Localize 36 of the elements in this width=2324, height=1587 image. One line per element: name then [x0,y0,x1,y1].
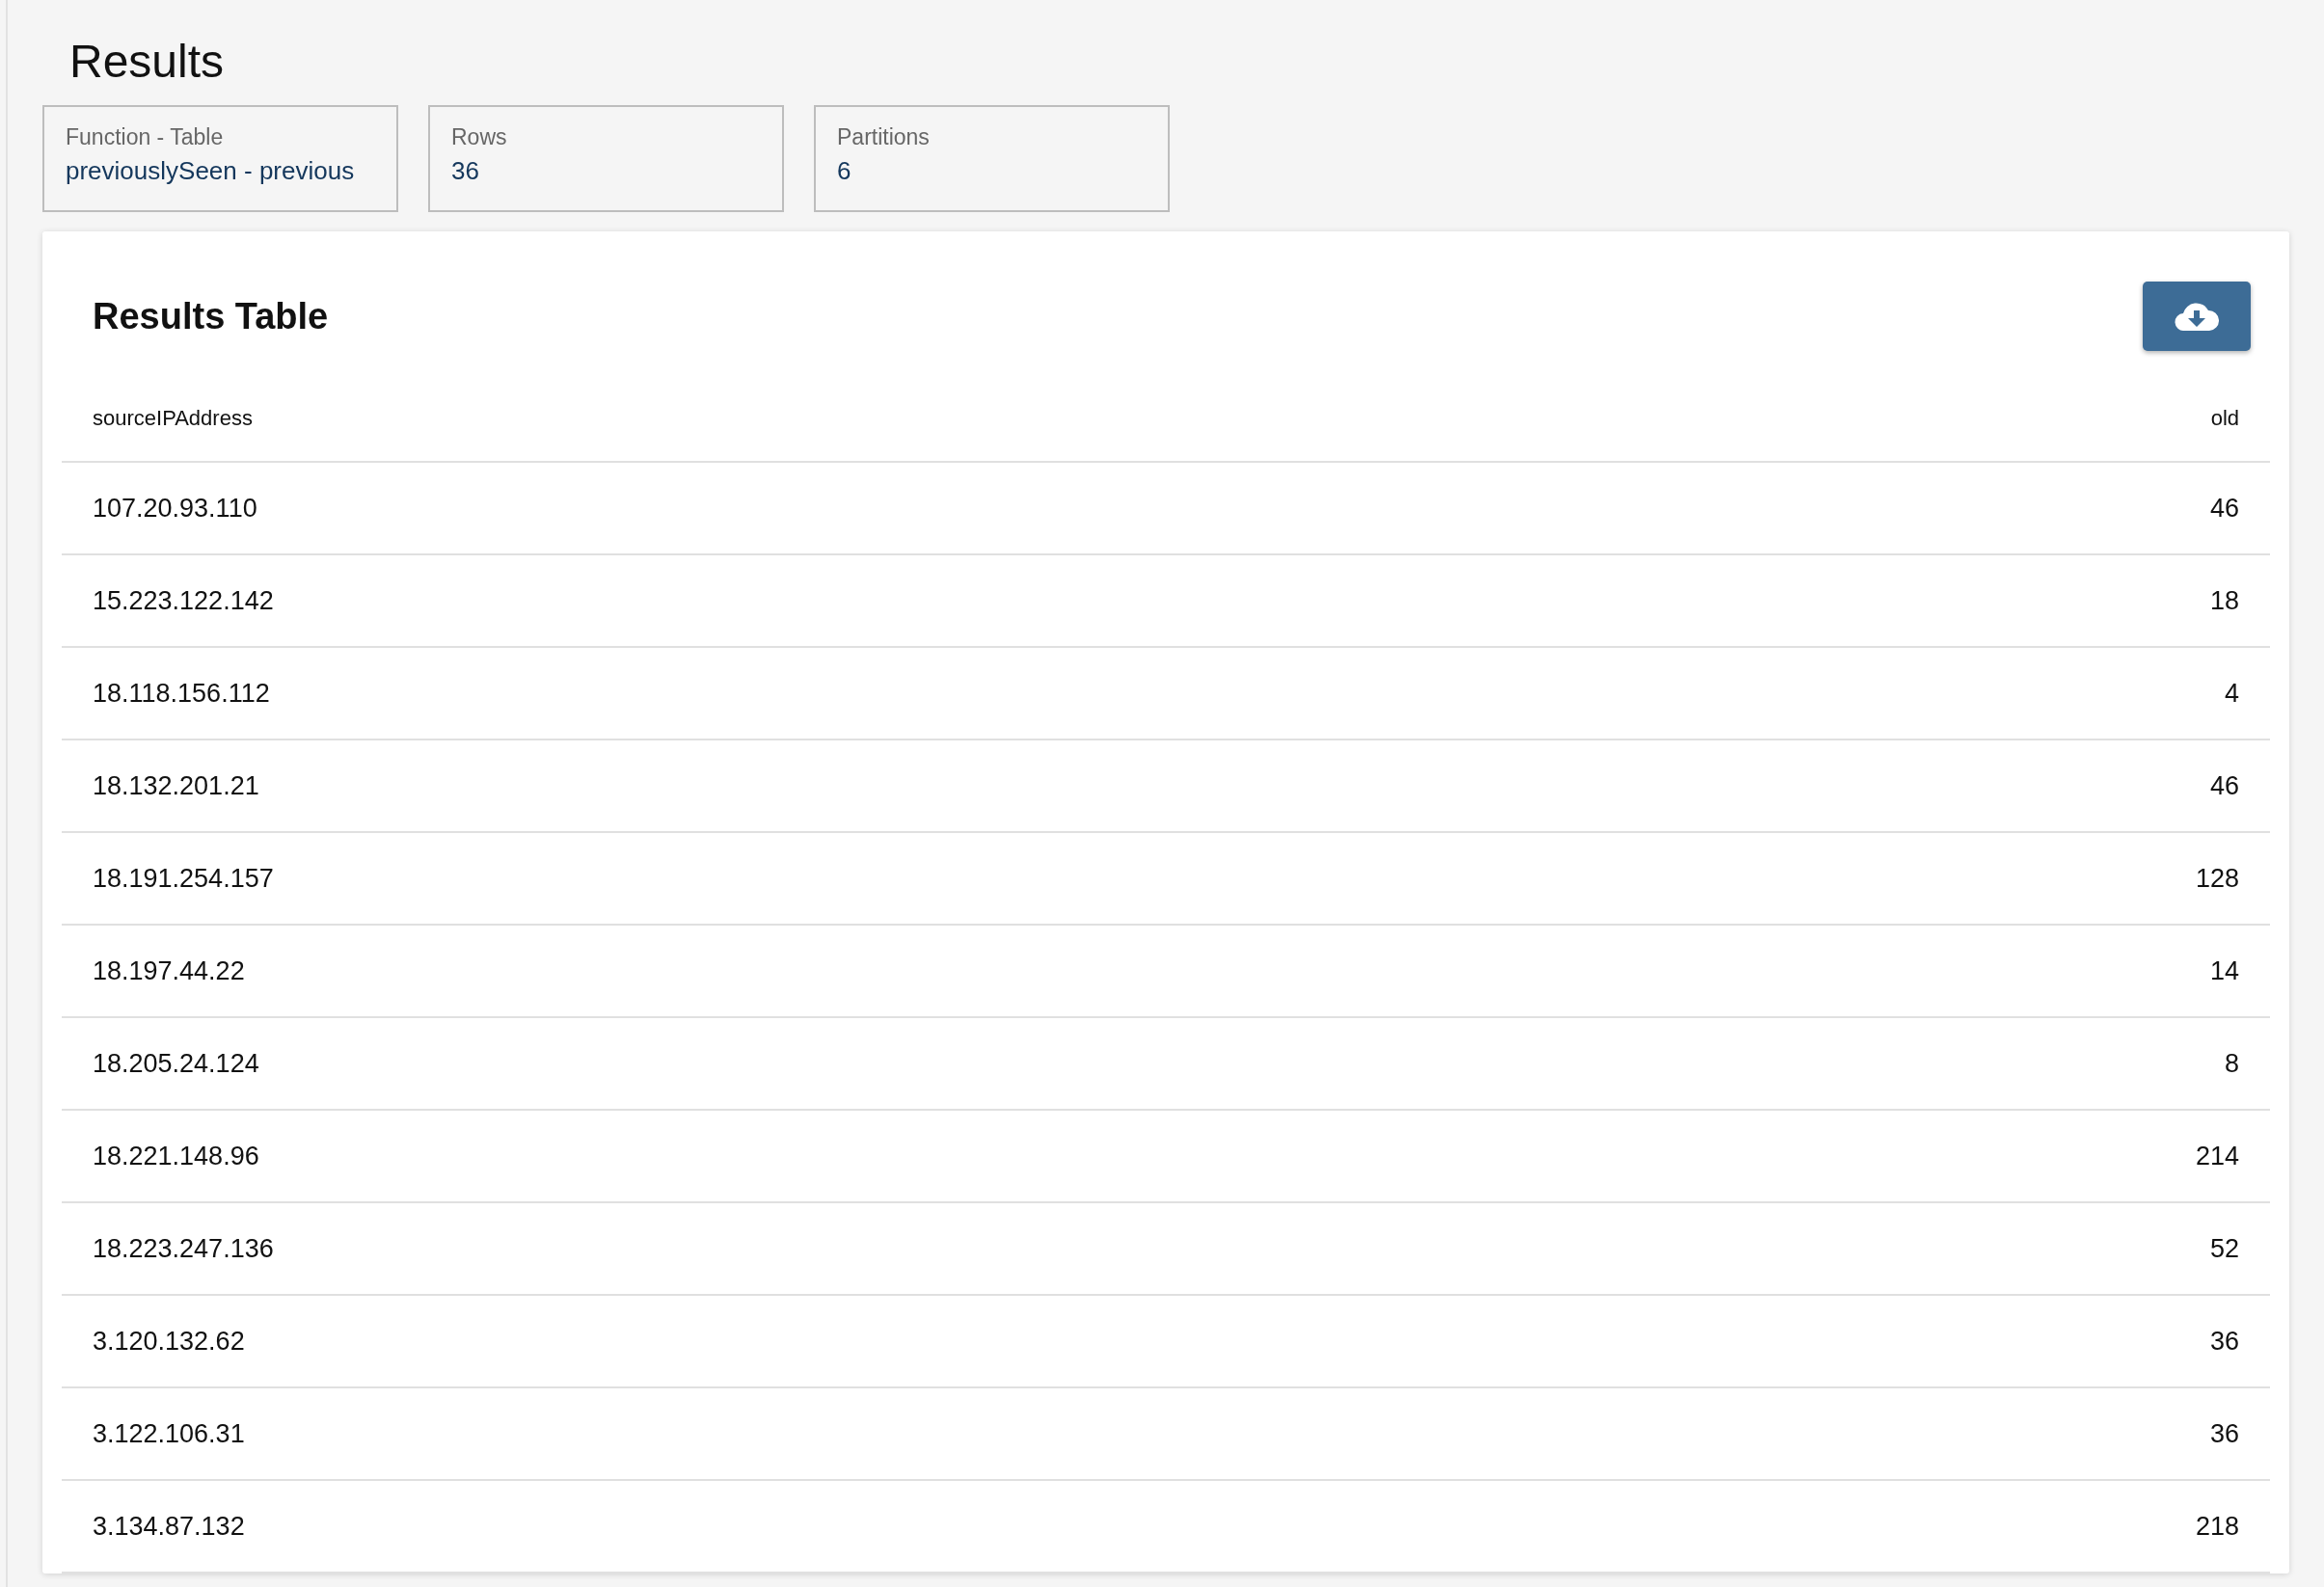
table-cell: 15.223.122.142 [62,554,1603,648]
table-cell: 107.20.93.110 [62,462,1603,555]
stat-value: 6 [837,156,852,187]
stat-value: previouslySeen - previous [66,156,356,187]
table-cell: 218 [1602,1480,2270,1574]
table-cell: 18.197.44.22 [62,925,1603,1018]
stat-value: 36 [451,156,480,187]
stat-label: Partitions [837,124,931,151]
table-cell: 18.191.254.157 [62,832,1603,926]
page-title: Results [69,35,226,89]
table-cell: 52 [1602,1202,2270,1296]
table-cell: 18.221.148.96 [62,1110,1603,1203]
column-header: old [1602,376,2270,463]
stat-label: Function - Table [66,124,225,151]
table-cell: 18.132.201.21 [62,740,1603,833]
table-cell: 214 [1602,1110,2270,1203]
table-cell: 18 [1602,554,2270,648]
column-header: sourceIPAddress [62,376,1603,463]
table-cell: 18.118.156.112 [62,647,1603,740]
download-button[interactable] [2143,282,2251,352]
table-cell: 18.205.24.124 [62,1017,1603,1111]
table-cell: 14 [1602,925,2270,1018]
table-cell: 46 [1602,462,2270,555]
table-cell: 36 [1602,1387,2270,1481]
stat-label: Rows [451,124,508,151]
table-cell: 3.120.132.62 [62,1295,1603,1388]
table-cell: 3.122.106.31 [62,1387,1603,1481]
cloud-download-icon [2175,302,2219,332]
table-cell: 46 [1602,740,2270,833]
card-title: Results Table [93,295,329,337]
table-cell: 18.223.247.136 [62,1202,1603,1296]
table-cell: 4 [1602,647,2270,740]
table-cell: 8 [1602,1017,2270,1111]
table-cell: 128 [1602,832,2270,926]
table-cell: 36 [1602,1295,2270,1388]
table-cell: 3.134.87.132 [62,1480,1603,1574]
